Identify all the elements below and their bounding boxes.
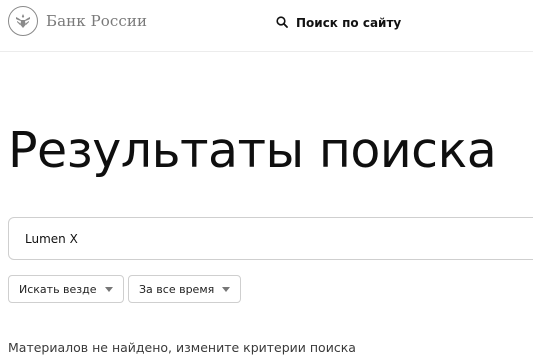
caret-down-icon: [222, 287, 230, 292]
site-header: Банк России Поиск по сайту: [0, 0, 533, 52]
logo[interactable]: Банк России: [8, 6, 147, 36]
logo-text: Банк России: [46, 12, 148, 30]
search-input-value: Lumen X: [25, 231, 78, 246]
site-search-link[interactable]: Поиск по сайту: [276, 13, 401, 32]
search-input[interactable]: Lumen X: [8, 217, 533, 260]
emblem-icon: [8, 6, 38, 36]
site-search-label: Поиск по сайту: [296, 15, 402, 30]
scope-select-value: Искать везде: [19, 282, 97, 296]
scope-select[interactable]: Искать везде: [8, 275, 124, 303]
caret-down-icon: [105, 287, 113, 292]
search-icon: [276, 13, 288, 32]
empty-results-message: Материалов не найдено, измените критерии…: [8, 340, 356, 355]
period-select-value: За все время: [139, 282, 215, 296]
page-title: Результаты поиска: [8, 122, 497, 179]
period-select[interactable]: За все время: [128, 275, 241, 303]
